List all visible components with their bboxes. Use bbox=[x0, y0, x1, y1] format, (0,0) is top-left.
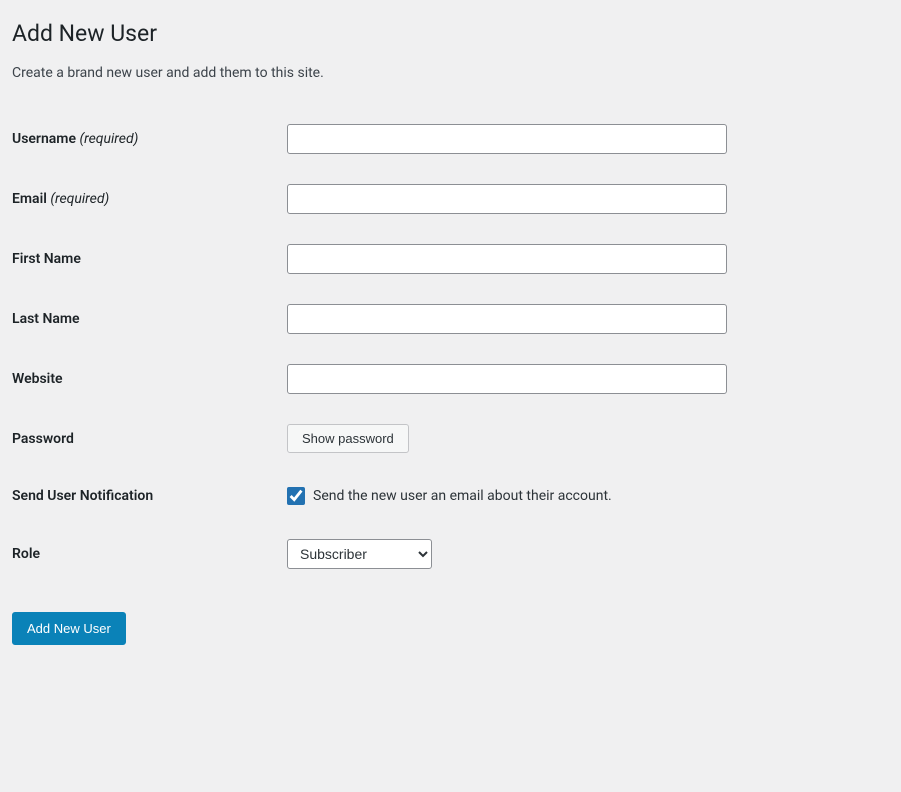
username-input[interactable] bbox=[287, 124, 727, 154]
send-notification-checkbox[interactable] bbox=[287, 487, 305, 505]
add-new-user-button[interactable]: Add New User bbox=[12, 612, 126, 645]
password-label: Password bbox=[12, 409, 287, 468]
first-name-input[interactable] bbox=[287, 244, 727, 274]
role-select[interactable]: Subscriber bbox=[287, 539, 432, 569]
email-input[interactable] bbox=[287, 184, 727, 214]
send-notification-checkbox-label: Send the new user an email about their a… bbox=[313, 488, 612, 504]
last-name-label: Last Name bbox=[12, 289, 287, 349]
role-label: Role bbox=[12, 524, 287, 584]
show-password-button[interactable]: Show password bbox=[287, 424, 409, 453]
first-name-label: First Name bbox=[12, 229, 287, 289]
send-notification-label: Send User Notification bbox=[12, 468, 287, 524]
username-required-text: (required) bbox=[79, 131, 138, 147]
website-input[interactable] bbox=[287, 364, 727, 394]
page-title: Add New User bbox=[12, 20, 889, 47]
email-label: Email (required) bbox=[12, 169, 287, 229]
page-description: Create a brand new user and add them to … bbox=[12, 65, 889, 81]
user-form-table: Username (required) Email (required) Fir… bbox=[12, 109, 889, 584]
website-label: Website bbox=[12, 349, 287, 409]
email-label-text: Email bbox=[12, 191, 47, 207]
username-label-text: Username bbox=[12, 131, 76, 147]
username-label: Username (required) bbox=[12, 109, 287, 169]
email-required-text: (required) bbox=[50, 191, 109, 207]
last-name-input[interactable] bbox=[287, 304, 727, 334]
